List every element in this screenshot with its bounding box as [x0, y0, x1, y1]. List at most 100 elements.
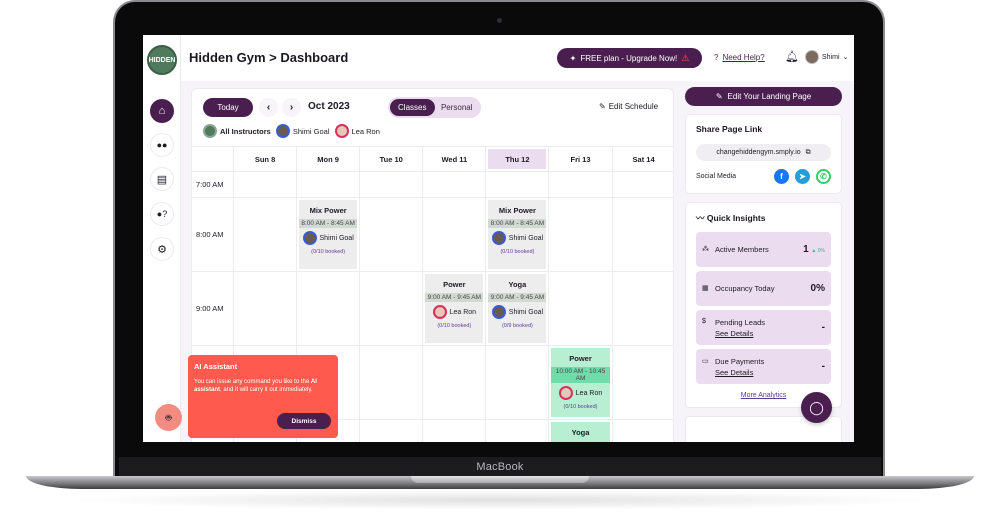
corner-cell [192, 147, 233, 171]
chat-bubble-icon: ◯ [809, 399, 824, 415]
class-event[interactable]: Yoga [551, 422, 610, 442]
slot[interactable] [611, 346, 673, 419]
slot[interactable] [485, 346, 548, 419]
instructor-name: Lea Ron [575, 389, 603, 397]
sidebar-item-home[interactable]: ⌂ [150, 99, 174, 123]
slot[interactable] [485, 420, 548, 442]
slot[interactable] [548, 172, 611, 197]
event-booked: (0/10 booked) [563, 404, 598, 410]
instructor-lea[interactable]: Lea Ron [334, 124, 380, 138]
class-event[interactable]: Mix Power 8:00 AM - 8:45 AM Shimi Goal (… [488, 200, 547, 269]
slot[interactable] [611, 272, 673, 345]
copy-icon[interactable]: ⧉ [806, 149, 811, 157]
tab-personal[interactable]: Personal [435, 99, 480, 116]
bell-icon[interactable]: 🔔︎ [785, 50, 799, 63]
event-instructor: Lea Ron [558, 386, 603, 400]
ai-assistant-button[interactable]: 🤖︎ [155, 404, 182, 431]
event-time: 8:00 AM - 8:45 AM [488, 219, 547, 228]
prev-week-button[interactable]: ‹ [259, 98, 278, 117]
trend-icon: 〰 [696, 213, 705, 223]
insight-label: Due Payments [715, 356, 765, 366]
slot[interactable] [611, 420, 673, 442]
chat-button[interactable]: ◯ [801, 392, 832, 423]
sidebar-item-members[interactable]: ●● [150, 133, 174, 157]
sparkle-icon: ✦ [569, 53, 577, 63]
gym-avatar [203, 124, 217, 138]
slot[interactable] [359, 346, 422, 419]
slot: Power 10:00 AM - 10:45 AM Lea Ron (0/10 … [548, 346, 611, 419]
day-header: Fri 13 [548, 147, 611, 171]
avatar [805, 50, 819, 64]
slot[interactable] [359, 420, 422, 442]
insight-value: 0% [810, 283, 825, 294]
edit-landing-page-button[interactable]: ✎ Edit Your Landing Page [685, 87, 842, 106]
event-title: Power [569, 354, 592, 363]
event-time: 10:00 AM - 10:45 AM [551, 367, 610, 383]
instructor-shimi[interactable]: Shimi Goal [275, 124, 330, 138]
slot[interactable] [296, 272, 359, 345]
slot[interactable] [422, 198, 485, 271]
slot[interactable] [611, 198, 673, 271]
upgrade-label: FREE plan - Upgrade Now! [580, 53, 678, 63]
upgrade-button[interactable]: ✦ FREE plan - Upgrade Now! ⚠ [557, 48, 702, 68]
see-details-link[interactable]: See Details [715, 368, 764, 377]
slot[interactable] [548, 198, 611, 271]
next-week-button[interactable]: › [282, 98, 301, 117]
insight-occupancy: ▦ Occupancy Today 0% [696, 271, 831, 306]
class-event[interactable]: Power 10:00 AM - 10:45 AM Lea Ron (0/10 … [551, 348, 610, 417]
help-link[interactable]: ? Need Help? [714, 53, 765, 62]
slot[interactable] [359, 172, 422, 197]
sidebar-item-instructors[interactable]: ●? [150, 202, 174, 226]
share-link[interactable]: changehiddengym.smply.io ⧉ [696, 144, 831, 161]
slot[interactable] [359, 198, 422, 271]
event-instructor: Shimi Goal [491, 231, 543, 245]
see-details-link[interactable]: See Details [715, 329, 765, 338]
sidebar-item-classes[interactable]: ▤ [150, 167, 174, 191]
class-event[interactable]: Power 9:00 AM - 9:45 AM Lea Ron (0/10 bo… [425, 274, 484, 343]
ai-text: You can issue any command you like to th… [194, 379, 332, 394]
event-title: Power [443, 280, 466, 289]
slot[interactable] [233, 272, 296, 345]
gym-logo[interactable]: HIDDEN [147, 45, 177, 75]
slot[interactable] [485, 172, 548, 197]
edit-schedule-label: Edit Schedule [608, 102, 659, 111]
ai-text-post: , and it will carry it out immediately. [220, 386, 313, 393]
pencil-icon: ✎ [715, 92, 723, 101]
slot[interactable] [422, 346, 485, 419]
sidebar-item-settings[interactable]: ⚙ [150, 237, 174, 261]
time-row: 9:00 AM Power 9:00 AM - 9:45 AM Lea Ron … [192, 271, 673, 345]
screen: HIDDEN ⌂ ●● ▤ ●? ⚙ Hidden Gym > Dashboar… [143, 35, 854, 442]
slot: Mix Power 8:00 AM - 8:45 AM Shimi Goal (… [296, 198, 359, 271]
user-menu[interactable]: Shimi ⌄ [805, 50, 848, 64]
today-button[interactable]: Today [203, 98, 253, 117]
day-header: Wed 11 [422, 147, 485, 171]
slot: Mix Power 8:00 AM - 8:45 AM Shimi Goal (… [485, 198, 548, 271]
slot[interactable] [359, 272, 422, 345]
tab-classes[interactable]: Classes [390, 99, 435, 116]
slot[interactable] [233, 172, 296, 197]
whatsapp-icon[interactable]: ✆ [816, 169, 831, 184]
slot[interactable] [422, 420, 485, 442]
insight-label: Active Members [715, 245, 769, 254]
insight-value: - [821, 361, 825, 372]
edit-schedule-button[interactable]: ✎ Edit Schedule [599, 102, 658, 111]
slot[interactable] [548, 272, 611, 345]
event-title: Yoga [571, 428, 590, 437]
share-url: changehiddengym.smply.io [716, 149, 801, 156]
day-header-today: Thu 12 [485, 147, 548, 171]
instructor-name: Shimi Goal [319, 234, 354, 242]
event-booked: (0/9 booked) [501, 323, 533, 329]
warning-icon: ⚠ [681, 52, 690, 63]
telegram-icon[interactable]: ➤ [795, 169, 810, 184]
slot[interactable] [611, 172, 673, 197]
facebook-icon[interactable]: f [774, 169, 789, 184]
slot[interactable] [233, 198, 296, 271]
slot[interactable] [296, 172, 359, 197]
instructor-all[interactable]: All Instructors [203, 124, 271, 138]
event-booked: (0/10 booked) [500, 249, 535, 255]
insights-title-text: Quick Insights [706, 213, 766, 223]
dismiss-button[interactable]: Dismiss [277, 413, 331, 429]
slot[interactable] [422, 172, 485, 197]
class-event[interactable]: Yoga 9:00 AM - 9:45 AM Shimi Goal (0/9 b… [488, 274, 547, 343]
class-event[interactable]: Mix Power 8:00 AM - 8:45 AM Shimi Goal (… [299, 200, 358, 269]
